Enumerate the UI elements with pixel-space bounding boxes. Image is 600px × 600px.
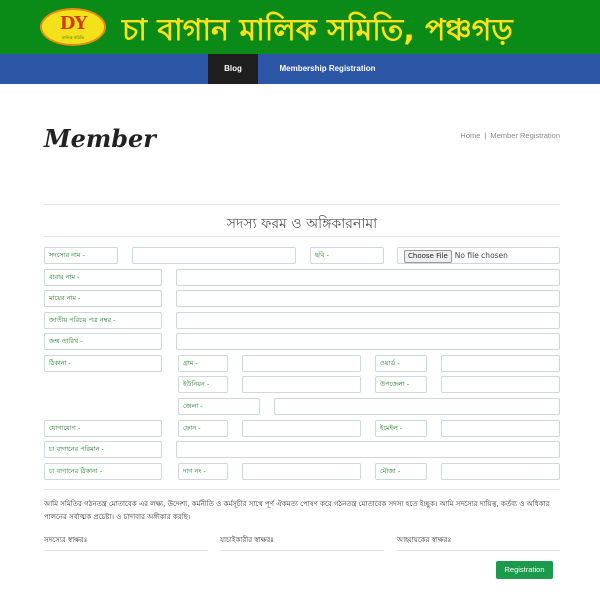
dag-no-label: দাগ নং - [178, 463, 228, 480]
convener-signature-line [397, 550, 560, 551]
phone-label: ফোন - [178, 420, 228, 437]
mother-name-label: মায়ের নাম - [44, 290, 162, 307]
file-status-text: No file chosen [454, 251, 508, 260]
site-title: চা বাগান মালিক সমিতি, পঞ্চগড় [122, 13, 513, 48]
garden-size-input[interactable] [176, 441, 560, 458]
email-input[interactable] [441, 420, 560, 437]
breadcrumb-separator: | [484, 131, 487, 140]
garden-address-label: চা বাগানের ঠিকানা - [44, 463, 162, 480]
divider [44, 489, 560, 490]
upazila-input[interactable] [441, 376, 560, 393]
verifier-signature-label: যাচাইকারীর স্বাক্ষরঃ [220, 536, 274, 544]
nid-input[interactable] [176, 312, 560, 329]
breadcrumb: Home | Member Registration [460, 131, 560, 140]
nid-label: জাতীয় পরিচয় পত্র নম্বর - [44, 312, 162, 329]
dag-no-input[interactable] [242, 463, 361, 480]
garden-size-label: চা বাগানের পরিমান - [44, 441, 162, 458]
dob-label: জন্ম তারিখ - [44, 333, 162, 350]
father-name-input[interactable] [176, 269, 560, 286]
union-label: ইউনিয়ন - [178, 376, 228, 393]
logo-mark: DY [59, 13, 87, 34]
form-heading: সদস্য ফরম ও অঙ্গিকারনামা [226, 216, 378, 232]
phone-input[interactable] [242, 420, 361, 437]
upazila-label: উপজেলা - [375, 376, 427, 393]
nav-item-blog[interactable]: Blog [208, 54, 258, 84]
logo-subtext: মালিক সমিতি [62, 35, 84, 40]
village-label: গ্রাম - [178, 355, 228, 372]
contact-label: যোগাযোগ - [44, 420, 162, 437]
email-label: ইমেইল - [375, 420, 427, 437]
verifier-signature-line [220, 550, 384, 551]
member-signature-label: সদস্যের স্বাক্ষরঃ [44, 536, 88, 544]
district-input[interactable] [274, 398, 560, 415]
divider [44, 236, 560, 237]
mother-name-input[interactable] [176, 290, 560, 307]
member-signature-line [44, 550, 208, 551]
village-input[interactable] [242, 355, 361, 372]
member-name-input[interactable] [132, 247, 296, 264]
page-title: Member [44, 124, 156, 153]
site-banner: DY মালিক সমিতি চা বাগান মালিক সমিতি, পঞ্… [0, 0, 600, 54]
mouza-label: মৌজা - [375, 463, 427, 480]
declaration-text: আমি সমিতির গঠনতন্ত্র মোতাবেক এর লক্ষ্য, … [44, 500, 550, 521]
breadcrumb-current: Member Registration [490, 131, 560, 140]
union-input[interactable] [242, 376, 361, 393]
ward-input[interactable] [441, 355, 560, 372]
address-label: ঠিকানা - [44, 355, 162, 372]
registration-submit-button[interactable]: Registration [496, 561, 553, 579]
ward-label: ওয়ার্ড - [375, 355, 427, 372]
nav-item-membership-registration[interactable]: Membership Registration [270, 54, 385, 84]
dob-input[interactable] [176, 333, 560, 350]
district-label: জেলা - [178, 398, 260, 415]
choose-file-button[interactable]: Choose File [404, 250, 452, 263]
photo-label: ছবি - [310, 247, 384, 264]
breadcrumb-home-link[interactable]: Home [460, 131, 480, 140]
convener-signature-label: আহ্বায়কের স্বাক্ষরঃ [397, 536, 452, 544]
divider [44, 204, 560, 205]
father-name-label: বাবার নাম - [44, 269, 162, 286]
photo-file-input[interactable]: Choose File No file chosen [397, 247, 560, 264]
mouza-input[interactable] [441, 463, 560, 480]
member-name-label: সদস্যের নাম - [44, 247, 118, 264]
site-logo[interactable]: DY মালিক সমিতি [40, 8, 106, 46]
main-nav: Blog Membership Registration [0, 54, 600, 84]
